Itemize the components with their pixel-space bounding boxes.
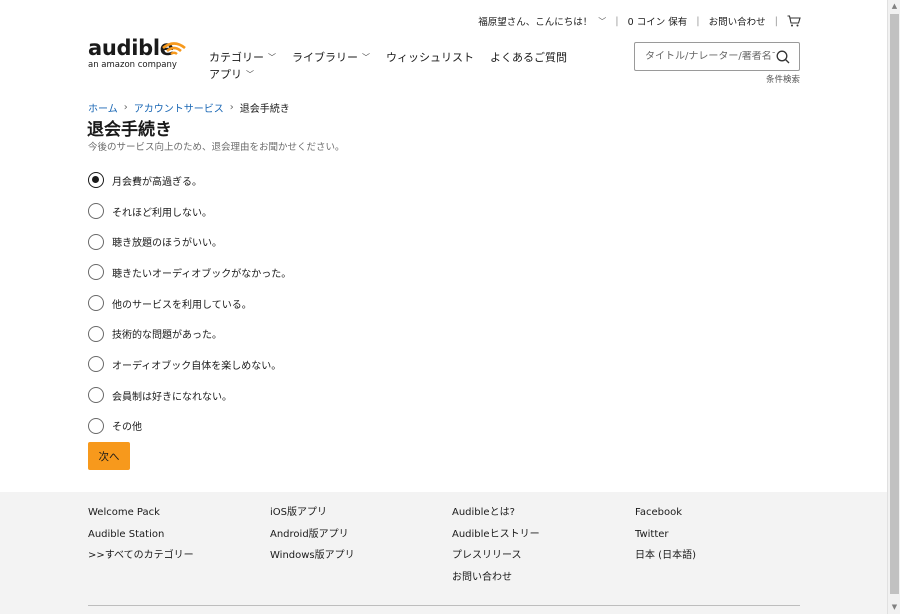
footer-column-3: Audibleとは? Audibleヒストリー プレスリリース お問い合わせ	[452, 507, 540, 593]
scroll-up-icon[interactable]: ▲	[888, 0, 900, 13]
nav-label: カテゴリー	[209, 51, 264, 64]
nav-label: ライブラリー	[292, 51, 358, 64]
nav-label: ウィッシュリスト	[386, 51, 474, 64]
radio-button[interactable]	[88, 203, 104, 220]
chevron-down-icon: ﹀	[246, 69, 254, 79]
advanced-search-link[interactable]: 条件検索	[766, 73, 800, 85]
reason-option-unlimited[interactable]: 聴き放題のほうがいい。	[88, 226, 291, 257]
radio-button[interactable]	[88, 356, 104, 373]
chevron-right-icon: ›	[123, 102, 128, 113]
scroll-down-icon[interactable]: ▼	[888, 601, 900, 614]
coin-balance-text: 0 コイン 保有	[627, 17, 688, 28]
coin-balance-link[interactable]: 0 コイン 保有	[628, 14, 688, 28]
reason-option-no-titles[interactable]: 聴きたいオーディオブックがなかった。	[88, 257, 291, 288]
footer-link[interactable]: Audible Station	[88, 529, 194, 551]
footer-link[interactable]: プレスリリース	[452, 550, 540, 572]
reason-label: 技術的な問題があった。	[112, 330, 222, 342]
logo-tagline: an amazon company	[88, 60, 177, 70]
footer-link[interactable]: Windows版アプリ	[270, 550, 355, 572]
contact-link[interactable]: お問い合わせ	[709, 14, 766, 28]
breadcrumb-account-service[interactable]: アカウントサービス	[134, 100, 224, 115]
contact-text: お問い合わせ	[708, 17, 766, 28]
chevron-down-icon: ﹀	[362, 52, 370, 62]
reason-label: その他	[112, 422, 142, 434]
search-input[interactable]	[635, 51, 775, 62]
reason-option-price[interactable]: 月会費が高過ぎる。	[88, 165, 291, 196]
chevron-right-icon: ›	[229, 102, 234, 113]
footer-column-1: Welcome Pack Audible Station >>すべてのカテゴリー	[88, 507, 194, 572]
reason-option-other-service[interactable]: 他のサービスを利用している。	[88, 288, 291, 319]
search-box	[634, 42, 800, 71]
footer-link[interactable]: Audibleヒストリー	[452, 529, 540, 551]
audible-logo[interactable]: audible an amazon company	[88, 36, 190, 74]
utility-bar: 福原望さん、こんにちは！ ﹀ | 0 コイン 保有 | お問い合わせ |	[478, 14, 801, 28]
greeting-text: 福原望さん、こんにちは！	[478, 17, 593, 28]
reason-option-other[interactable]: その他	[88, 411, 291, 442]
footer-link[interactable]: 日本 (日本語)	[635, 550, 696, 572]
nav-apps[interactable]: アプリ ﹀	[209, 66, 254, 82]
footer-divider	[88, 605, 800, 606]
logo-wave-icon	[162, 42, 186, 55]
footer-column-4: Facebook Twitter 日本 (日本語)	[635, 507, 696, 572]
divider: |	[696, 15, 700, 27]
site-footer: Welcome Pack Audible Station >>すべてのカテゴリー…	[0, 492, 887, 614]
footer-link[interactable]: お問い合わせ	[452, 572, 540, 594]
breadcrumb-current: 退会手続き	[239, 104, 290, 115]
cart-button[interactable]	[787, 15, 801, 27]
cancellation-reason-group: 月会費が高過ぎる。 それほど利用しない。 聴き放題のほうがいい。 聴きたいオーデ…	[88, 165, 291, 441]
reason-option-rarely-use[interactable]: それほど利用しない。	[88, 196, 291, 227]
reason-label: 他のサービスを利用している。	[112, 299, 252, 311]
divider: |	[774, 15, 778, 27]
reason-option-technical[interactable]: 技術的な問題があった。	[88, 318, 291, 349]
radio-button[interactable]	[88, 325, 104, 342]
radio-button[interactable]	[88, 387, 104, 404]
main-nav: カテゴリー ﹀ ライブラリー ﹀ ウィッシュリスト よくあるご質問 アプリ ﹀	[209, 49, 567, 82]
cart-icon	[787, 15, 801, 27]
breadcrumb: ホーム › アカウントサービス › 退会手続き	[88, 100, 290, 115]
footer-link[interactable]: Audibleとは?	[452, 507, 540, 529]
footer-link[interactable]: Twitter	[635, 529, 696, 551]
chevron-down-icon: ﹀	[268, 52, 276, 62]
nav-label: よくあるご質問	[490, 51, 567, 64]
reason-label: 月会費が高過ぎる。	[112, 176, 202, 188]
footer-column-2: iOS版アプリ Android版アプリ Windows版アプリ	[270, 507, 355, 572]
page: 福原望さん、こんにちは！ ﹀ | 0 コイン 保有 | お問い合わせ | aud…	[0, 0, 887, 614]
nav-library[interactable]: ライブラリー ﹀	[292, 49, 370, 65]
chevron-down-icon: ﹀	[598, 16, 607, 26]
footer-link[interactable]: Facebook	[635, 507, 696, 529]
radio-button[interactable]	[88, 417, 104, 434]
breadcrumb-home[interactable]: ホーム	[88, 100, 118, 115]
reason-label: オーディオブック自体を楽しめない。	[112, 360, 282, 372]
radio-button[interactable]	[88, 295, 104, 312]
reason-option-not-enjoy[interactable]: オーディオブック自体を楽しめない。	[88, 349, 291, 380]
reason-label: それほど利用しない。	[112, 207, 212, 219]
divider: |	[615, 15, 619, 27]
next-button[interactable]: 次へ	[88, 442, 130, 470]
radio-button[interactable]	[88, 233, 104, 250]
radio-button[interactable]	[88, 264, 104, 281]
page-lead-text: 今後のサービス向上のため、退会理由をお聞かせください。	[88, 142, 345, 153]
footer-link[interactable]: Welcome Pack	[88, 507, 194, 529]
reason-label: 会員制は好きになれない。	[112, 391, 232, 403]
nav-wishlist[interactable]: ウィッシュリスト	[386, 49, 474, 65]
footer-link[interactable]: Android版アプリ	[270, 529, 355, 551]
footer-link[interactable]: iOS版アプリ	[270, 507, 355, 529]
search-icon[interactable]	[775, 49, 791, 65]
reason-label: 聴きたいオーディオブックがなかった。	[112, 268, 292, 280]
reason-option-membership[interactable]: 会員制は好きになれない。	[88, 380, 291, 411]
vertical-scrollbar[interactable]: ▲ ▼	[887, 0, 900, 614]
scrollbar-thumb[interactable]	[890, 14, 899, 594]
account-menu[interactable]: 福原望さん、こんにちは！ ﹀	[478, 14, 607, 29]
page-title: 退会手続き	[87, 120, 172, 140]
nav-faq[interactable]: よくあるご質問	[490, 49, 567, 65]
nav-categories[interactable]: カテゴリー ﹀	[209, 49, 276, 65]
radio-button-selected[interactable]	[88, 172, 104, 189]
footer-link[interactable]: >>すべてのカテゴリー	[88, 550, 194, 572]
nav-label: アプリ	[209, 68, 242, 81]
reason-label: 聴き放題のほうがいい。	[112, 238, 222, 250]
